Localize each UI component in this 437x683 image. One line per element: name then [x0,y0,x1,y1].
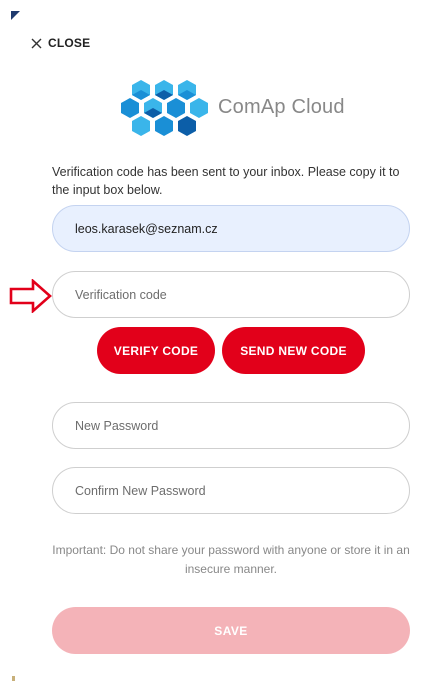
verification-code-placeholder: Verification code [75,287,167,302]
send-new-code-button[interactable]: SEND NEW CODE [222,327,365,374]
verify-code-button[interactable]: VERIFY CODE [97,327,215,374]
email-field[interactable]: leos.karasek@seznam.cz [52,205,410,252]
verification-code-input[interactable]: Verification code [52,271,410,318]
corner-marker [11,11,20,20]
confirm-password-placeholder: Confirm New Password [75,483,206,498]
password-reset-page: CLOSE ComAp Cloud Verification code has … [0,0,437,683]
new-password-placeholder: New Password [75,418,159,433]
close-button[interactable]: CLOSE [31,36,90,50]
save-label: SAVE [214,623,248,638]
send-new-code-label: SEND NEW CODE [240,343,347,358]
verification-message: Verification code has been sent to your … [52,165,400,197]
brand-name: ComAp Cloud [218,95,345,118]
new-password-input[interactable]: New Password [52,402,410,449]
confirm-password-input[interactable]: Confirm New Password [52,467,410,514]
verify-code-label: VERIFY CODE [113,343,199,358]
right-arrow-icon [9,278,52,314]
annotation-arrow [9,278,53,318]
close-label: CLOSE [48,36,91,50]
comap-cube-logo-icon [121,80,208,136]
corner-dot [12,676,15,681]
save-button[interactable]: SAVE [52,607,410,654]
email-value: leos.karasek@seznam.cz [75,221,218,236]
close-icon [31,38,42,48]
security-note: Important: Do not share your password wi… [52,543,410,576]
brand-logo: ComAp Cloud [118,76,345,138]
